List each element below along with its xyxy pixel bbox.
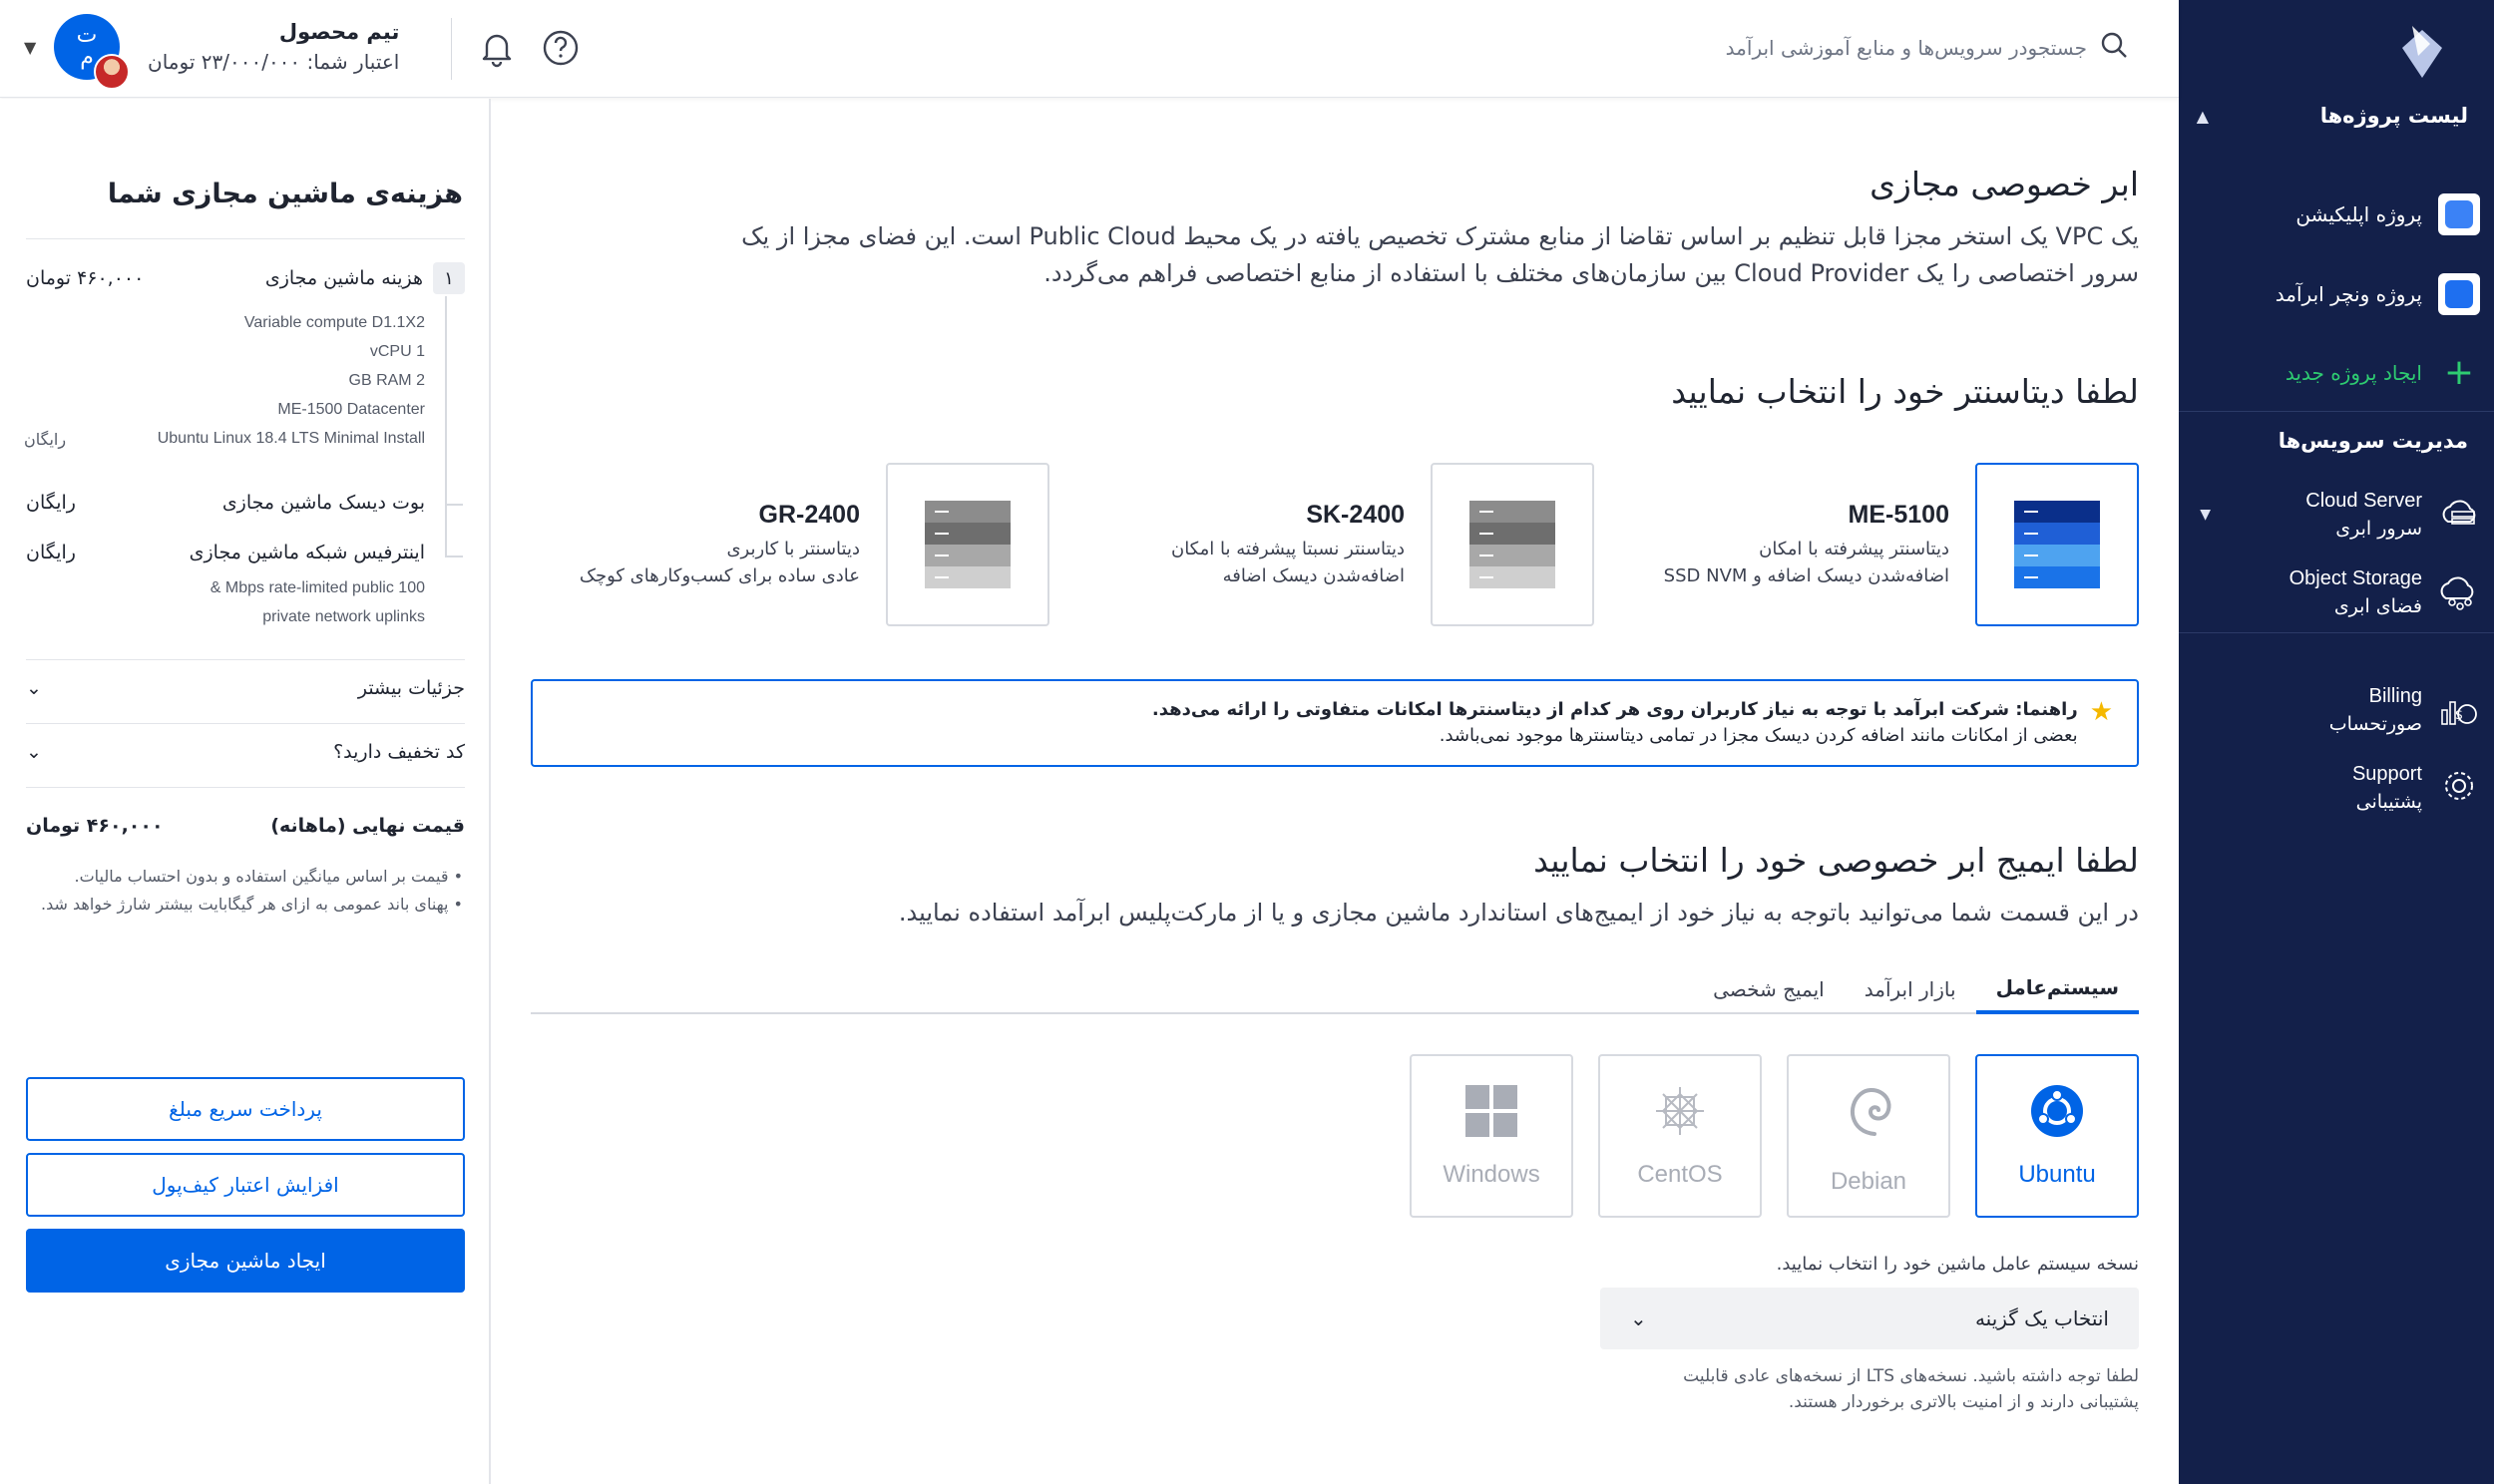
hint-box: ★ راهنما: شرکت ابرآمد با توجه به نیاز کا… [531,679,2139,767]
ubuntu-icon [2029,1083,2085,1143]
bell-icon[interactable] [477,28,517,72]
sidebar-item-support[interactable]: Support پشتیبانی [2191,760,2480,816]
create-vm-button[interactable]: ایجاد ماشین مجازی [26,1229,465,1293]
vm-cost-value: ۴۶۰,۰۰۰ تومان [26,267,145,289]
projects-header[interactable]: لیست پروژه‌ها ▲ [2197,104,2468,128]
quick-pay-button[interactable]: پرداخت سریع مبلغ [26,1077,465,1141]
top-header: جستجودر سرویس‌ها و منابع آموزشی ابرآمد ▼… [0,0,2179,98]
search-icon [2099,30,2129,65]
os-card-ubuntu[interactable]: Ubuntu [1975,1054,2139,1218]
windows-icon [1463,1083,1519,1143]
divider [451,18,452,80]
spec-line: Ubuntu Linux 18.4 LTS Minimal Install رای… [24,430,425,449]
page-title: ابر خصوصی مجازی [1870,165,2139,203]
cloud-server-icon [2438,496,2480,535]
datacenter-card-sk2400[interactable]: SK-2400 دیتاسنتر نسبتا پیشرفته با امکان … [1049,463,1594,626]
vm-cost-row: ۱ هزینه ماشین مجازی ۴۶۰,۰۰۰ تومان [26,262,465,294]
chevron-down-icon: ⌄ [1630,1306,1647,1330]
chevron-up-icon: ▲ [2196,106,2209,126]
spec-line: private network uplinks [262,608,425,625]
datacenter-card-gr2400[interactable]: GR-2400 دیتاسنتر با کاربری عادی ساده برا… [505,463,1049,626]
chevron-down-icon: ▼ [2200,507,2211,523]
account-menu[interactable]: ت م تیم محصول اعتبار شما: ۲۳/۰۰۰/۰۰۰ توم… [54,14,400,90]
project-icon [2438,273,2480,315]
project-icon [2438,193,2480,235]
os-card-debian[interactable]: Debian [1787,1054,1950,1218]
more-details-accordion[interactable]: جزئیات بیشتر ⌄ [26,677,465,699]
final-price-value: ۴۶۰,۰۰۰ تومان [26,815,164,837]
server-rack-icon [886,463,1049,626]
plus-icon: + [2443,352,2475,393]
support-icon [2438,766,2480,811]
server-rack-icon [1431,463,1594,626]
user-photo [94,54,130,90]
image-section-title: لطفا ایمیج ابر خصوصی خود را انتخاب نمایی… [1533,841,2139,880]
cost-summary-panel: هزینه‌ی ماشین مجازی شما ۱ هزینه ماشین مج… [0,99,491,1484]
add-credit-button[interactable]: افزایش اعتبار کیف‌پول [26,1153,465,1217]
main-content: ابر خصوصی مجازی یک VPC یک استخر مجزا قاب… [493,99,2179,1484]
os-version-select[interactable]: انتخاب یک گزینه ⌄ [1600,1288,2139,1349]
tab-os[interactable]: سیستم‌عامل [1975,964,2139,1014]
datacenter-card-me5100[interactable]: ME-5100 دیتاسنتر پیشرفته با امکان اضافه‌… [1594,463,2139,626]
os-version-label: نسخه سیستم عامل ماشین خود را انتخاب نمای… [1776,1254,2139,1275]
chevron-down-icon: ⌄ [26,677,42,699]
final-price-row: قیمت نهایی (ماهانه) ۴۶۰,۰۰۰ تومان [26,815,465,837]
network-row: اینترفیس شبکه ماشین مجازی رایگان [26,542,425,563]
tree-tick [447,556,463,557]
sidebar-item-cloud-server[interactable]: Cloud Server سرور ابری ▼ [2191,487,2480,543]
avatar: ت م [54,14,130,90]
search-input[interactable]: جستجودر سرویس‌ها و منابع آموزشی ابرآمد [1726,36,2087,60]
divider [26,238,465,239]
search-bar[interactable]: جستجودر سرویس‌ها و منابع آموزشی ابرآمد [1726,30,2129,65]
tree-tick [447,504,463,506]
star-icon: ★ [2089,697,2113,727]
object-storage-icon [2438,570,2480,615]
abramad-logo[interactable] [2390,20,2454,84]
tab-marketplace[interactable]: بازار ابرآمد [1845,964,1976,1014]
divider [26,787,465,788]
svg-text:$: $ [2455,708,2463,723]
sidebar-item-project-venture[interactable]: پروژه ونچر ابرآمد [2191,273,2480,315]
summary-title: هزینه‌ی ماشین مجازی شما [107,179,463,209]
spec-line: Variable compute D1.1X2 [243,314,425,331]
tree-line [445,296,447,557]
spec-line: ME-1500 Datacenter [277,401,425,418]
sidebar-item-billing[interactable]: $ Billing صورتحساب [2191,682,2480,738]
os-card-centos[interactable]: CentOS [1598,1054,1762,1218]
divider [26,723,465,724]
tab-custom-image[interactable]: ایمیج شخصی [1693,964,1845,1014]
image-tabs: سیستم‌عامل بازار ابرآمد ایمیج شخصی [531,964,2139,1014]
lts-note: لطفا توجه داشته باشید. نسخه‌های LTS از ن… [1683,1366,2139,1412]
help-icon[interactable] [541,28,581,72]
spec-line: 2 GB RAM [348,372,425,389]
sidebar-item-object-storage[interactable]: Object Storage فضای ابری [2191,564,2480,620]
server-rack-icon [1975,463,2139,626]
services-header: مدیریت سرویس‌ها [2278,429,2468,453]
sidebar-item-project-app[interactable]: پروژه اپلیکیشن [2191,193,2480,235]
price-notes: • قیمت بر اساس میانگین استفاده و بدون اح… [41,867,463,914]
divider [2179,632,2494,633]
datacenter-section-title: لطفا دیتاسنتر خود را انتخاب نمایید [1671,372,2139,411]
os-card-windows[interactable]: Windows [1410,1054,1573,1218]
divider [26,659,465,660]
billing-icon: $ [2438,688,2480,733]
account-name: تیم محصول [278,20,400,44]
account-menu-chevron-icon[interactable]: ▼ [24,38,36,57]
debian-icon [1841,1076,1896,1150]
discount-code-accordion[interactable]: کد تخفیف دارید؟ ⌄ [26,741,465,763]
sidebar: لیست پروژه‌ها ▲ پروژه اپلیکیشن پروژه ونچ… [2179,0,2494,1484]
page-description: یک VPC یک استخر مجزا قابل تنظیم بر اساس … [741,222,2139,287]
spec-line: 100 Mbps rate-limited public & [209,579,425,596]
centos-icon [1652,1083,1708,1143]
account-credit: اعتبار شما: ۲۳/۰۰۰/۰۰۰ تومان [148,50,400,74]
chevron-down-icon: ⌄ [26,741,42,763]
spec-line: 1 vCPU [369,343,425,360]
divider [2179,411,2494,412]
boot-disk-row: بوت دیسک ماشین مجازی رایگان [26,492,425,514]
step-badge: ۱ [433,262,465,294]
image-section-description: در این قسمت شما می‌توانید باتوجه به نیاز… [898,899,2139,927]
new-project-button[interactable]: + ایجاد پروژه جدید [2191,355,2480,391]
